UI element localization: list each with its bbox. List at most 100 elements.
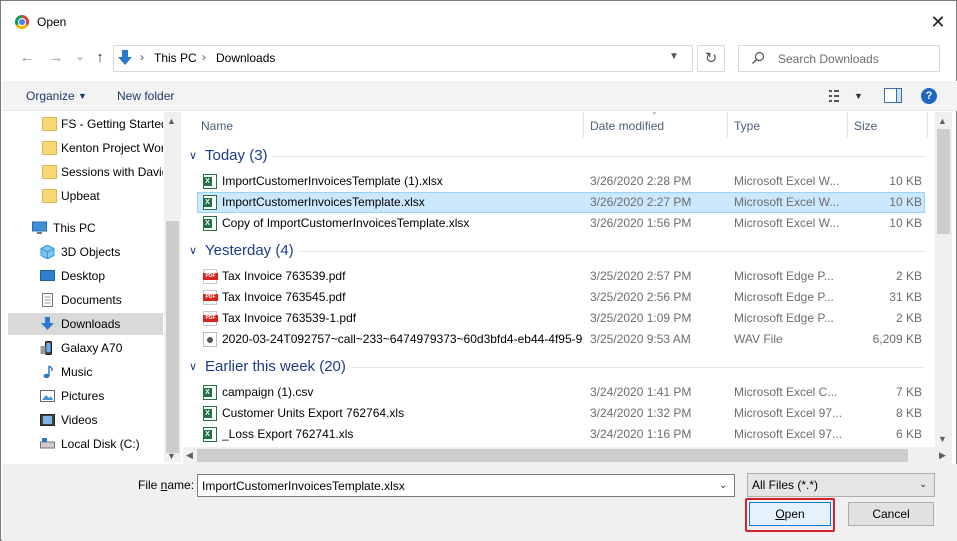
group-header-yesterday[interactable]: Yesterday (4) (205, 242, 294, 259)
file-size: 31 KB (889, 290, 922, 304)
sidebar-item-label: FS - Getting Started (61, 117, 163, 131)
cancel-button[interactable]: Cancel (848, 502, 934, 526)
computer-icon (32, 221, 47, 234)
sidebar-item-upbeat[interactable]: Upbeat (8, 185, 163, 207)
help-icon[interactable]: ? (921, 88, 937, 104)
phone-icon (40, 341, 52, 355)
scroll-down-icon[interactable]: ▼ (938, 434, 947, 444)
file-row[interactable]: Customer Units Export 762764.xls 3/24/20… (197, 403, 925, 424)
file-name-dropdown-icon[interactable]: ⌄ (719, 480, 727, 491)
address-dropdown-icon[interactable]: ▼ (669, 51, 679, 62)
file-list-scrollbar-thumb[interactable] (937, 129, 950, 234)
column-divider[interactable] (927, 112, 928, 138)
scroll-left-icon[interactable]: ◀ (186, 450, 193, 461)
sidebar-item-desktop[interactable]: Desktop (8, 265, 163, 287)
scroll-up-icon[interactable]: ▲ (167, 116, 176, 126)
column-header-date-modified[interactable]: Date modified (590, 112, 664, 140)
group-collapse-chevron-icon[interactable]: ∨ (189, 244, 197, 257)
file-date: 3/25/2020 2:57 PM (590, 269, 692, 283)
sidebar-item-label: Downloads (61, 317, 121, 331)
navigation-scrollbar-thumb[interactable] (166, 221, 179, 453)
breadcrumb-separator: › (202, 50, 206, 64)
sidebar-item-label: Videos (61, 413, 98, 427)
sidebar-item-galaxy-a70[interactable]: Galaxy A70 (8, 337, 163, 359)
view-options-caret-icon[interactable]: ▼ (854, 91, 863, 101)
chrome-icon (15, 15, 29, 29)
file-row[interactable]: campaign (1).csv 3/24/2020 1:41 PM Micro… (197, 382, 925, 403)
up-arrow-icon[interactable]: ↑ (91, 49, 109, 67)
sidebar-item-music[interactable]: Music (8, 361, 163, 383)
horizontal-scrollbar-thumb[interactable] (197, 449, 908, 462)
file-type: Microsoft Edge P... (734, 290, 834, 304)
group-header-today[interactable]: Today (3) (205, 147, 268, 164)
file-name: campaign (1).csv (222, 385, 314, 399)
group-header-earlier-this-week[interactable]: Earlier this week (20) (205, 358, 346, 375)
refresh-button[interactable]: ↻ (697, 45, 725, 72)
column-header-size[interactable]: Size (854, 112, 877, 140)
excel-file-icon (203, 406, 217, 421)
column-divider[interactable] (583, 112, 584, 138)
column-header-type[interactable]: Type (734, 112, 760, 140)
preview-pane-icon[interactable] (884, 88, 902, 103)
file-row[interactable]: Tax Invoice 763545.pdf 3/25/2020 2:56 PM… (197, 287, 925, 308)
sidebar-item-sessions-with-david[interactable]: Sessions with David (8, 161, 163, 183)
music-icon (43, 365, 53, 379)
file-type: Microsoft Excel W... (734, 216, 840, 230)
back-arrow-icon[interactable]: ← (18, 49, 36, 67)
recent-locations-chevron-icon[interactable]: ⌄ (71, 47, 89, 65)
folder-icon (42, 165, 57, 179)
column-divider[interactable] (727, 112, 728, 138)
sidebar-item-label: Kenton Project Work (61, 141, 163, 155)
file-size: 8 KB (895, 406, 922, 420)
file-row[interactable]: _Loss Export 762741.xls 3/24/2020 1:16 P… (197, 424, 925, 445)
filter-dropdown-icon[interactable]: ⌄ (919, 479, 927, 490)
breadcrumb-this-pc[interactable]: This PC (154, 51, 197, 65)
sidebar-item-downloads[interactable]: Downloads (8, 313, 163, 335)
file-type: Microsoft Excel W... (734, 195, 840, 209)
file-row-selected[interactable]: ImportCustomerInvoicesTemplate.xlsx 3/26… (197, 192, 925, 213)
new-folder-button[interactable]: New folder (117, 89, 174, 103)
audio-file-icon (203, 332, 217, 347)
sidebar-item-fs-getting-started[interactable]: FS - Getting Started (8, 113, 163, 135)
sidebar-item-documents[interactable]: Documents (8, 289, 163, 311)
file-name-label: File name: (138, 478, 194, 492)
open-button[interactable]: Open (749, 502, 831, 526)
organize-button[interactable]: Organize (26, 89, 75, 103)
close-button[interactable]: ✕ (928, 12, 948, 32)
sidebar-item-kenton-project-work[interactable]: Kenton Project Work (8, 137, 163, 159)
folder-icon (42, 141, 57, 155)
group-collapse-chevron-icon[interactable]: ∨ (189, 149, 197, 162)
scroll-up-icon[interactable]: ▲ (938, 116, 947, 126)
forward-arrow-icon[interactable]: → (47, 49, 65, 67)
file-row[interactable]: ImportCustomerInvoicesTemplate (1).xlsx … (197, 171, 925, 192)
file-row[interactable]: Tax Invoice 763539.pdf 3/25/2020 2:57 PM… (197, 266, 925, 287)
group-collapse-chevron-icon[interactable]: ∨ (189, 360, 197, 373)
sidebar-item-label: Pictures (61, 389, 105, 403)
file-size: 10 KB (889, 216, 922, 230)
sidebar-item-this-pc[interactable]: This PC (8, 217, 163, 239)
file-type: Microsoft Excel 97... (734, 406, 843, 420)
file-row[interactable]: Copy of ImportCustomerInvoicesTemplate.x… (197, 213, 925, 234)
column-divider[interactable] (847, 112, 848, 138)
group-divider (298, 251, 925, 252)
address-bar[interactable] (113, 45, 693, 72)
file-name: ImportCustomerInvoicesTemplate.xlsx (222, 195, 425, 209)
scroll-right-icon[interactable]: ▶ (939, 450, 946, 461)
file-type: Microsoft Edge P... (734, 269, 834, 283)
file-row[interactable]: Tax Invoice 763539-1.pdf 3/25/2020 1:09 … (197, 308, 925, 329)
pdf-file-icon (203, 290, 218, 305)
sidebar-item-videos[interactable]: Videos (8, 409, 163, 431)
view-options-icon[interactable] (829, 89, 847, 103)
sort-chevron-icon: ⌄ (651, 107, 658, 116)
sidebar-item-label: Music (61, 365, 93, 379)
title-bar (1, 1, 956, 41)
file-row[interactable]: 2020-03-24T092757~call~233~6474979373~60… (197, 329, 925, 350)
column-header-name[interactable]: Name (201, 112, 233, 140)
sidebar-item-3d-objects[interactable]: 3D Objects (8, 241, 163, 263)
breadcrumb-downloads[interactable]: Downloads (216, 51, 275, 65)
navigation-pane: FS - Getting Started Kenton Project Work… (2, 112, 180, 462)
scroll-down-icon[interactable]: ▼ (167, 451, 176, 461)
sidebar-item-local-disk-c[interactable]: Local Disk (C:) (8, 433, 163, 455)
sidebar-item-pictures[interactable]: Pictures (8, 385, 163, 407)
drive-icon (40, 438, 55, 449)
